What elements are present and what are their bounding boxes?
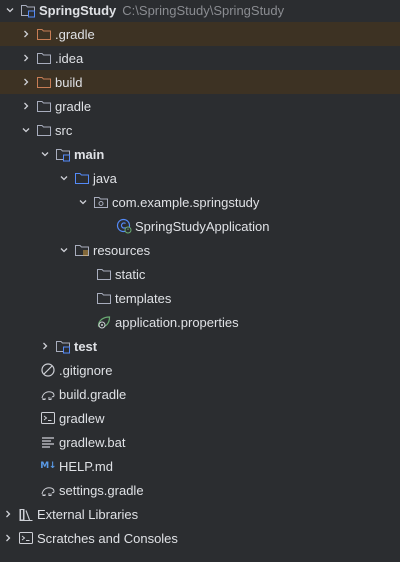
tree-item-label: External Libraries [37,506,139,522]
excluded-folder-icon [36,26,52,42]
gitignore-icon [40,362,56,378]
library-icon [18,506,34,522]
tree-item-label: templates [115,290,172,306]
tree-row-main[interactable]: main [0,142,400,166]
tree-item-label: gradle [55,98,92,114]
tree-item-label: resources [93,242,151,258]
chevron-right-icon[interactable] [0,526,16,550]
tree-item-label: static [115,266,146,282]
tree-item-label: settings.gradle [59,482,144,498]
tree-row-app-properties[interactable]: application.properties [0,310,400,334]
module-folder-icon [55,146,71,162]
gradle-icon [40,482,56,498]
tree-item-label: build.gradle [59,386,127,402]
folder-icon [96,266,112,282]
tree-item-label: .idea [55,50,84,66]
markdown-icon: M↓ [40,461,56,471]
project-tree: SpringStudy C:\SpringStudy\SpringStudy .… [0,0,400,562]
chevron-down-icon[interactable] [2,0,18,22]
gradle-icon [40,386,56,402]
tree-item-label: src [55,122,73,138]
tree-row-idea[interactable]: .idea [0,46,400,70]
tree-item-label: build [55,74,83,90]
tree-row-dot-gradle[interactable]: .gradle [0,22,400,46]
tree-row-test[interactable]: test [0,334,400,358]
chevron-down-icon[interactable] [56,166,72,190]
chevron-down-icon[interactable] [37,142,53,166]
chevron-down-icon[interactable] [18,118,34,142]
source-folder-icon [74,170,90,186]
module-folder-icon [20,2,36,18]
scratches-console-icon [18,530,34,546]
chevron-down-icon[interactable] [56,238,72,262]
chevron-right-icon[interactable] [18,22,34,46]
chevron-down-icon[interactable] [75,190,91,214]
tree-row-java[interactable]: java [0,166,400,190]
spring-boot-class-icon [116,218,132,234]
tree-item-label: .gitignore [59,362,113,378]
chevron-right-icon[interactable] [18,94,34,118]
chevron-right-icon[interactable] [0,502,16,526]
tree-row-src[interactable]: src [0,118,400,142]
chevron-right-icon[interactable] [18,70,34,94]
folder-icon [36,50,52,66]
tree-row-build[interactable]: build [0,70,400,94]
tree-row-scratches[interactable]: Scratches and Consoles [0,526,400,550]
tree-row-gradlew[interactable]: gradlew [0,406,400,430]
chevron-right-icon[interactable] [37,334,53,358]
tree-item-label: gradlew.bat [59,434,126,450]
tree-row-static[interactable]: static [0,262,400,286]
tree-row-help-md[interactable]: M↓ HELP.md [0,454,400,478]
tree-row-build-gradle[interactable]: build.gradle [0,382,400,406]
tree-row-app-class[interactable]: SpringStudyApplication [0,214,400,238]
tree-item-label: gradlew [59,410,105,426]
tree-item-label: com.example.springstudy [112,194,260,210]
tree-row-resources[interactable]: resources [0,238,400,262]
tree-item-label: Scratches and Consoles [37,530,178,546]
tree-item-label: SpringStudyApplication [135,218,270,234]
chevron-right-icon[interactable] [18,46,34,70]
tree-item-label: SpringStudy [39,2,117,18]
folder-icon [96,290,112,306]
tree-row-root[interactable]: SpringStudy C:\SpringStudy\SpringStudy [0,0,400,22]
package-icon [93,194,109,210]
folder-icon [36,98,52,114]
tree-row-package[interactable]: com.example.springstudy [0,190,400,214]
tree-item-label: application.properties [115,314,239,330]
tree-row-gradle[interactable]: gradle [0,94,400,118]
tree-row-gradlew-bat[interactable]: gradlew.bat [0,430,400,454]
tree-item-label: main [74,146,105,162]
tree-item-label: HELP.md [59,458,113,474]
tree-row-settings-gradle[interactable]: settings.gradle [0,478,400,502]
tree-row-gitignore[interactable]: .gitignore [0,358,400,382]
tree-row-templates[interactable]: templates [0,286,400,310]
tree-item-label: java [93,170,117,186]
tree-item-label: test [74,338,98,354]
spring-properties-icon [96,314,112,330]
project-path: C:\SpringStudy\SpringStudy [122,2,285,18]
tree-row-external-libraries[interactable]: External Libraries [0,502,400,526]
excluded-folder-icon [36,74,52,90]
module-folder-icon [55,338,71,354]
folder-icon [36,122,52,138]
tree-item-label: .gradle [55,26,95,42]
resources-folder-icon [74,242,90,258]
text-file-icon [40,434,56,450]
terminal-script-icon [40,410,56,426]
